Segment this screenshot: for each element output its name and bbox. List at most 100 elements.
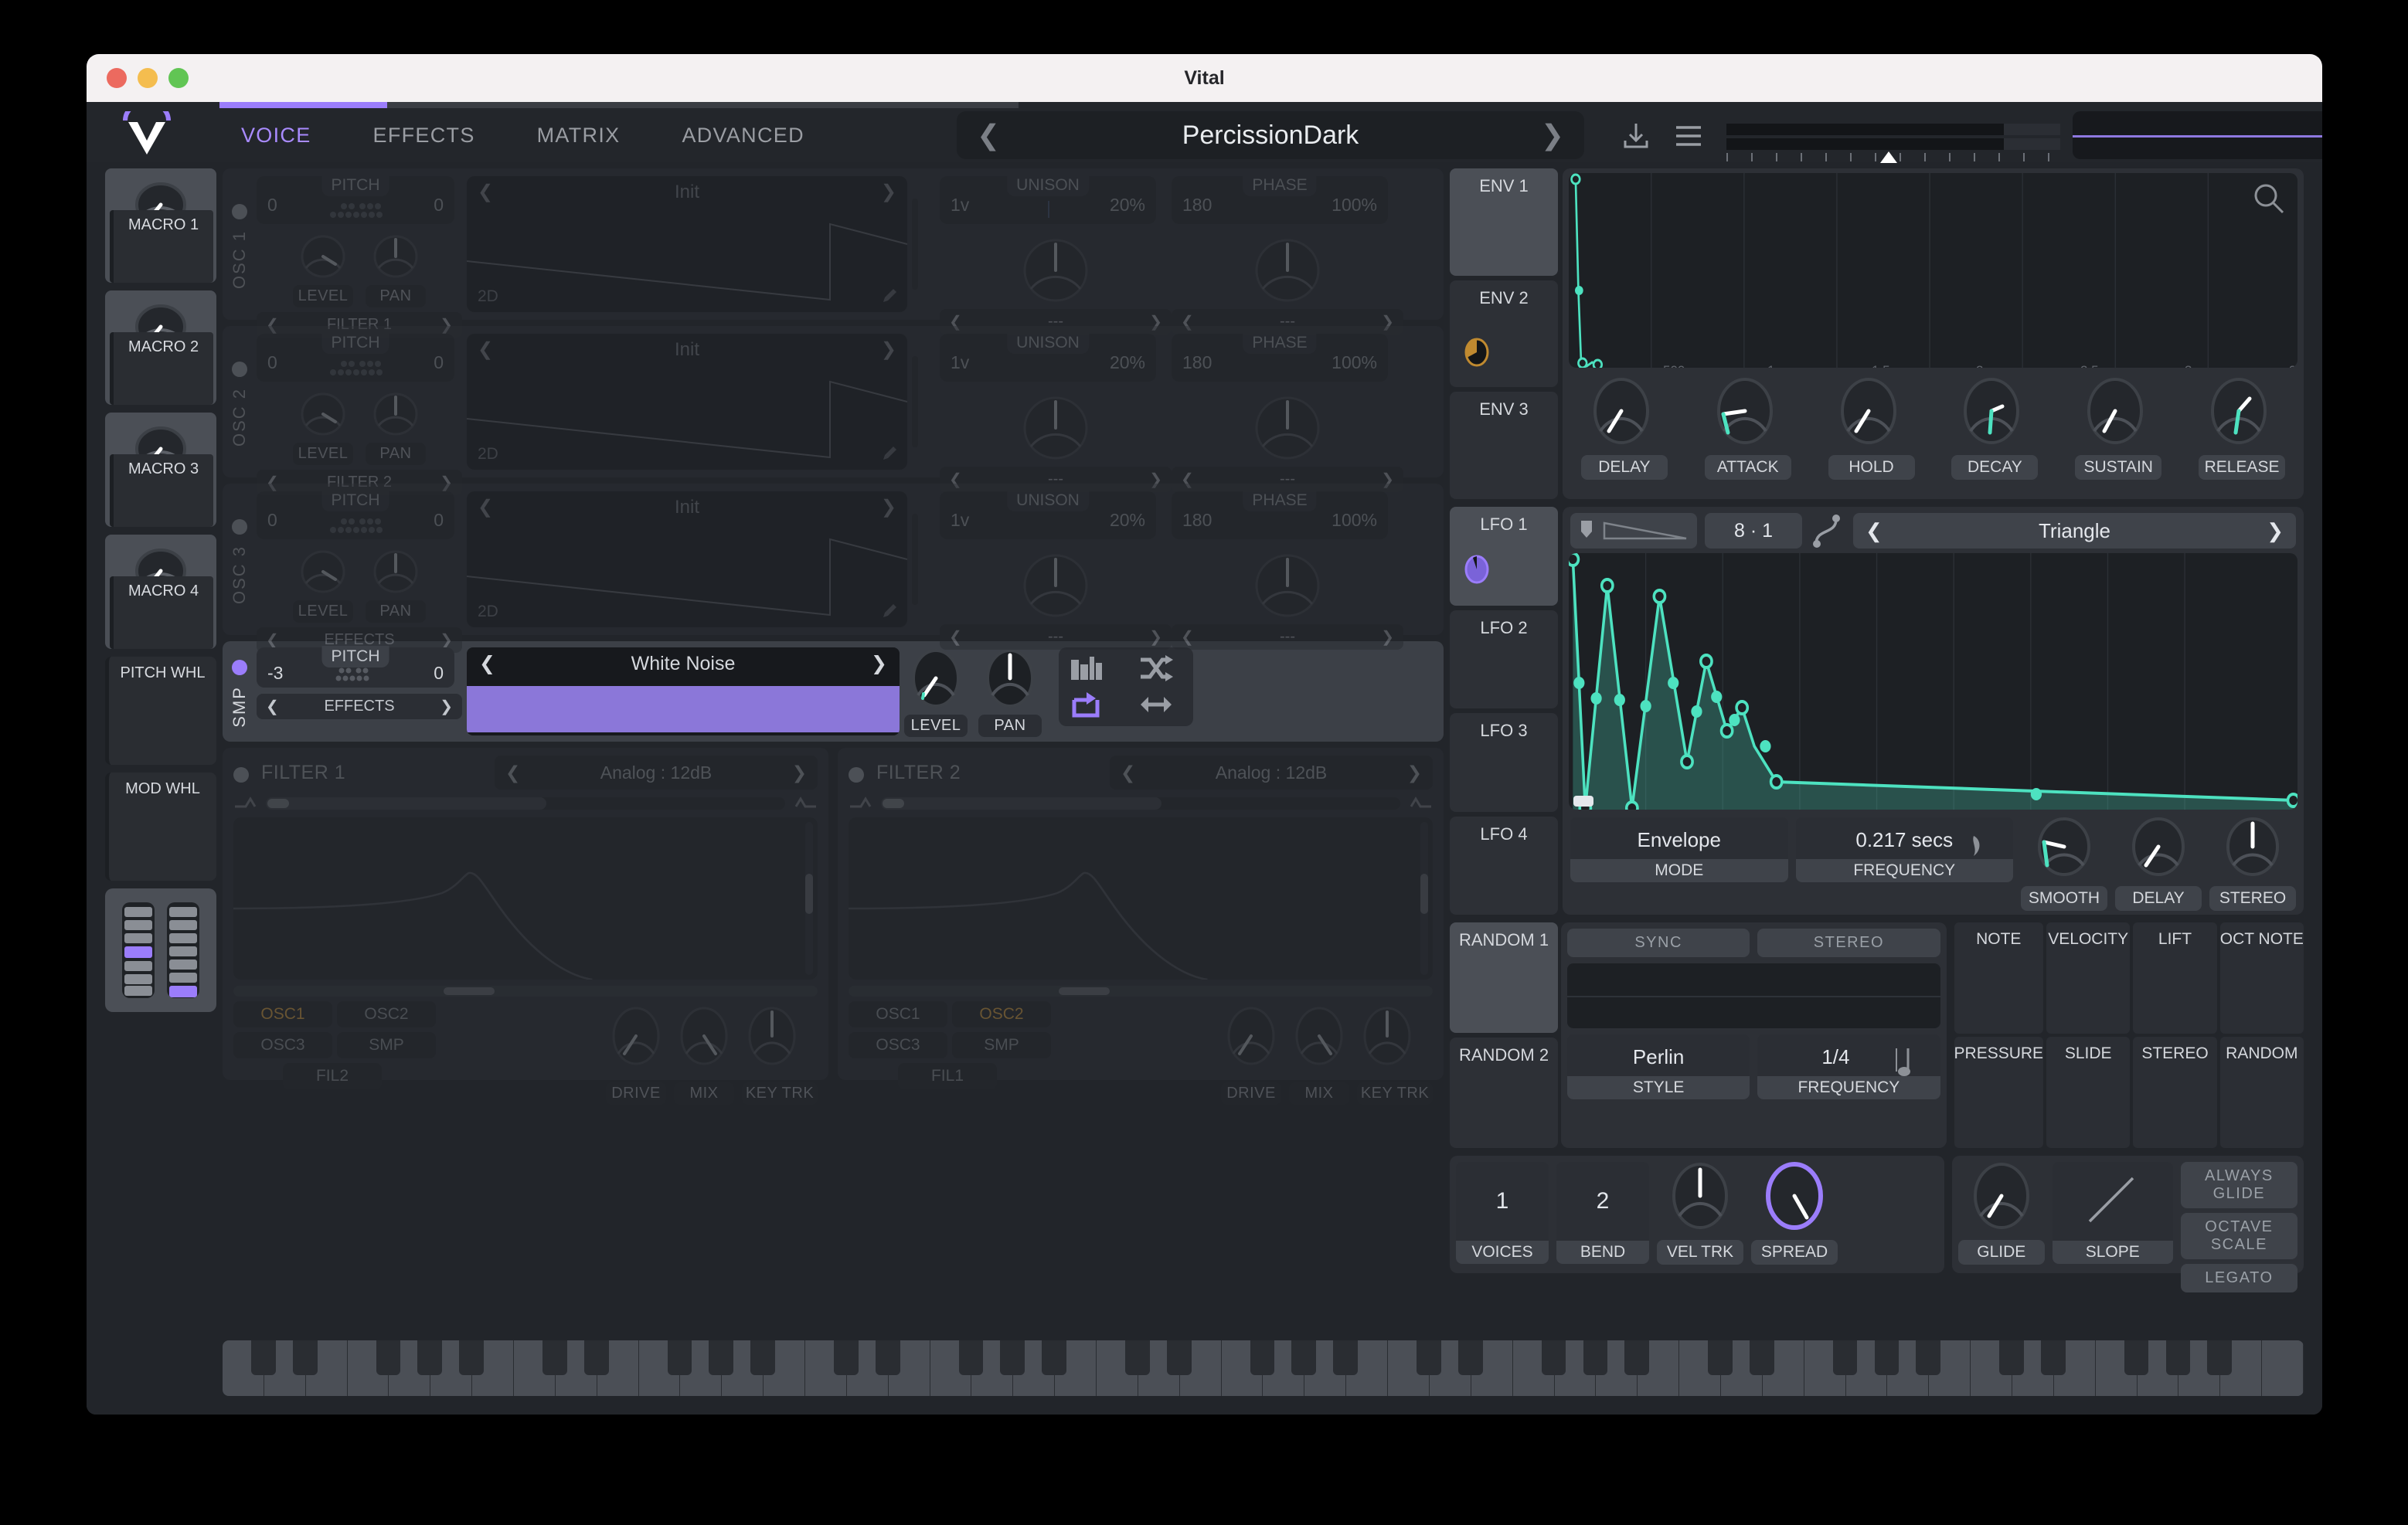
mod-source-lift[interactable]: LIFT	[2133, 922, 2217, 1034]
random-sync-toggle[interactable]: SYNC	[1567, 929, 1750, 957]
osc-3-unison-mod[interactable]: ❮ --- ❯	[940, 624, 1172, 650]
env-hold-knob[interactable]	[1828, 377, 1909, 448]
tab-effects[interactable]: EFFECTS	[342, 113, 506, 158]
osc-2-pan-knob[interactable]	[366, 389, 426, 439]
piano-key-black[interactable]	[2040, 1340, 2066, 1375]
octave-scale-toggle[interactable]: OCTAVE SCALE	[2180, 1213, 2297, 1259]
filter-1-model-select[interactable]: ❮ Analog : 12dB ❯	[495, 756, 818, 790]
preset-next-icon[interactable]: ❯	[1541, 119, 1564, 151]
lfo-mode-select[interactable]: Envelope MODE	[1570, 817, 1788, 882]
piano-key-black[interactable]	[1042, 1340, 1067, 1375]
osc-3-pitch-fine[interactable]: 0	[434, 510, 444, 531]
wheel-controls[interactable]	[105, 888, 216, 1012]
osc-1-side[interactable]: OSC 1	[223, 168, 257, 320]
piano-key-black[interactable]	[1250, 1340, 1275, 1375]
osc-3-phase-control[interactable]: PHASE 180 100%	[1172, 490, 1388, 539]
chevron-left-icon[interactable]: ❮	[478, 496, 493, 518]
piano-key-white[interactable]	[223, 1340, 276, 1396]
osc-2-phase-knob[interactable]	[1245, 392, 1330, 464]
osc-1-pitch-fine[interactable]: 0	[434, 195, 444, 216]
piano-key-white[interactable]	[2262, 1340, 2304, 1396]
mod-source-random[interactable]: RANDOM	[2219, 1037, 2304, 1148]
filter-2-mix-knob[interactable]	[1289, 1001, 1349, 1078]
piano-key-white[interactable]	[1097, 1340, 1150, 1396]
piano-key-black[interactable]	[834, 1340, 859, 1375]
osc-2-pitch-fine[interactable]: 0	[434, 352, 444, 373]
lfo-1-mod-amount-icon[interactable]	[1464, 555, 1490, 584]
piano-key-black[interactable]	[667, 1340, 692, 1375]
filter-1-power-toggle[interactable]	[233, 767, 249, 783]
chevron-right-icon[interactable]: ❯	[2267, 519, 2284, 543]
sampler-row[interactable]: SMP PITCH -3 0 ❮ EFFECTS ❯ ❮ White Noise…	[223, 641, 1444, 742]
piano-key-black[interactable]	[1916, 1340, 1941, 1375]
osc-1-phase-knob[interactable]	[1245, 235, 1330, 306]
piano-key-black[interactable]	[1832, 1340, 1858, 1375]
osc-1-level-knob[interactable]	[293, 232, 353, 281]
filter-1-panel[interactable]: FILTER 1 ❮ Analog : 12dB ❯ OSC1 OSC2 OSC…	[223, 748, 828, 1105]
filter-1-source-smp[interactable]: SMP	[337, 1032, 436, 1058]
chevron-left-icon[interactable]: ❮	[266, 697, 279, 716]
smp-pan-knob[interactable]	[978, 647, 1042, 711]
osc-3-wavetable-scroll[interactable]	[912, 514, 918, 605]
filter-2-source-fil1[interactable]: FIL1	[898, 1063, 997, 1089]
piano-key-black[interactable]	[542, 1340, 567, 1375]
chevron-right-icon[interactable]: ❯	[881, 338, 896, 361]
pitch-wheel[interactable]	[122, 902, 155, 998]
filter-2-panel[interactable]: FILTER 2 ❮ Analog : 12dB ❯ OSC1 OSC2 OSC…	[838, 748, 1444, 1105]
osc-3-phase-rand[interactable]: 100%	[1332, 510, 1377, 531]
glide-knob[interactable]	[1963, 1162, 2040, 1233]
osc-1-pitch-control[interactable]: PITCH 0 0	[257, 175, 454, 224]
edit-pencil-icon[interactable]	[881, 445, 898, 462]
envelope-knob-row[interactable]: DELAY ATTACK HOLD DECAY SUSTAIN RELEASE	[1563, 368, 2304, 480]
env-2-mod-amount-icon[interactable]	[1464, 338, 1490, 367]
piano-key-white[interactable]	[930, 1340, 984, 1396]
oscillator-1-row[interactable]: OSC 1 PITCH 0 0 LEVEL PAN ❮ FILTER 1 ❯ ❮…	[223, 168, 1444, 338]
piano-key-white[interactable]	[805, 1340, 859, 1396]
piano-key-black[interactable]	[459, 1340, 484, 1375]
magnifier-icon[interactable]	[2253, 182, 2285, 215]
tab-random-2[interactable]: RANDOM 2	[1450, 1038, 1558, 1148]
filter-2-source-osc1[interactable]: OSC1	[849, 1001, 947, 1027]
chevron-left-icon[interactable]: ❮	[1866, 519, 1883, 543]
chevron-left-icon[interactable]: ❮	[505, 762, 520, 783]
osc-2-unison-voices[interactable]: 1v	[951, 352, 969, 373]
filter-2-source-smp[interactable]: SMP	[952, 1032, 1051, 1058]
piano-key-black[interactable]	[2124, 1340, 2149, 1375]
preset-name[interactable]: PercissionDark	[1182, 121, 1359, 151]
osc-2-unison-knob[interactable]	[1013, 392, 1098, 464]
osc-3-level-knob[interactable]	[293, 547, 353, 596]
chevron-left-icon[interactable]: ❮	[479, 652, 495, 675]
random-tabs[interactable]: RANDOM 1 RANDOM 2	[1450, 922, 1558, 1148]
mod-wheel-source[interactable]: MOD WHL	[105, 773, 216, 881]
piano-key-black[interactable]	[750, 1340, 776, 1375]
piano-key-black[interactable]	[1874, 1340, 1900, 1375]
osc-2-wavetable-scroll[interactable]	[912, 356, 918, 447]
chevron-right-icon[interactable]: ❯	[871, 652, 887, 675]
lfo-delay-knob[interactable]	[2121, 817, 2195, 879]
pitch-wheel-source[interactable]: PITCH WHL	[105, 657, 216, 765]
osc-3-view-mode[interactable]: 2D	[478, 603, 498, 621]
chevron-right-icon[interactable]: ❯	[440, 697, 453, 716]
piano-key-black[interactable]	[1624, 1340, 1650, 1375]
env-attack-knob[interactable]	[1705, 377, 1785, 448]
osc-2-level-knob[interactable]	[293, 389, 353, 439]
chevron-right-icon[interactable]: ❯	[881, 496, 896, 518]
loop-icon[interactable]	[1070, 691, 1104, 718]
osc-2-phase-control[interactable]: PHASE 180 100%	[1172, 332, 1388, 382]
always-glide-toggle[interactable]: ALWAYS GLIDE	[2180, 1162, 2297, 1208]
osc-1-phase-rand[interactable]: 100%	[1332, 195, 1377, 216]
filter-1-source-fil2[interactable]: FIL2	[283, 1063, 382, 1089]
random-stereo-toggle[interactable]: STEREO	[1757, 929, 1940, 957]
filter-2-drive-knob[interactable]	[1221, 1001, 1281, 1078]
filter-2-resonance-slider[interactable]	[1420, 822, 1428, 975]
macro-2[interactable]: MACRO 2	[105, 290, 216, 405]
osc-2-phase-rand[interactable]: 100%	[1332, 352, 1377, 373]
filter-2-source-buttons[interactable]: OSC1 OSC2 OSC3 SMP FIL1	[849, 1001, 1051, 1089]
legato-toggle[interactable]: LEGATO	[2180, 1264, 2297, 1292]
piano-key-white[interactable]	[1222, 1340, 1275, 1396]
random-graph[interactable]	[1567, 963, 1940, 1028]
osc-2-side[interactable]: OSC 2	[223, 326, 257, 477]
vel-trk-knob[interactable]	[1661, 1162, 1739, 1233]
piano-key-black[interactable]	[583, 1340, 609, 1375]
voices-control[interactable]: 1 VOICES	[1456, 1162, 1549, 1264]
